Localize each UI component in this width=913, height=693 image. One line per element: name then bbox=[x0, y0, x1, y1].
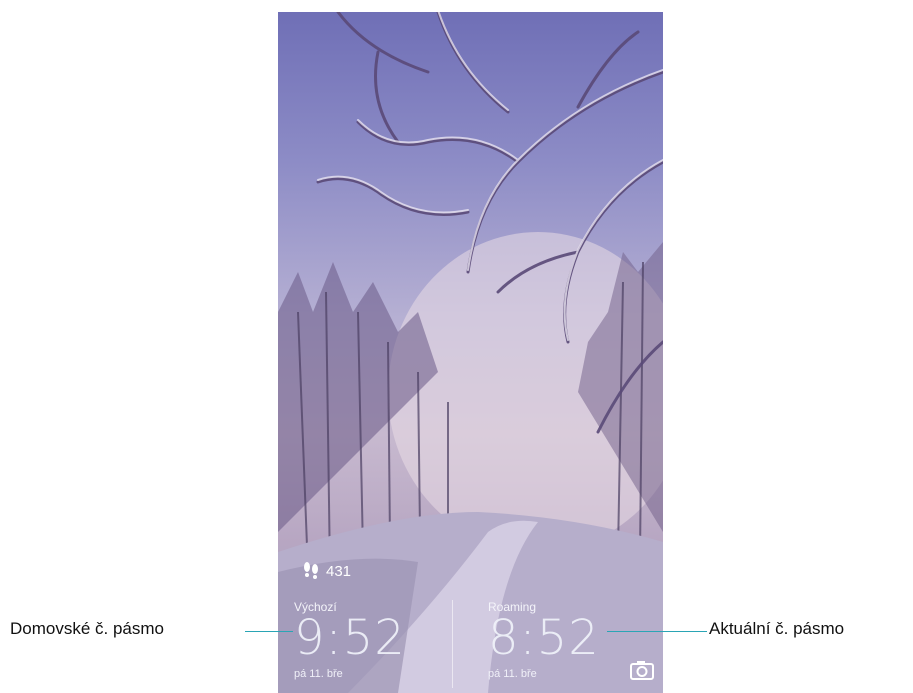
home-clock: Výchozí 9:52 pá 11. bře bbox=[294, 600, 406, 680]
current-timezone-callout: Aktuální č. pásmo bbox=[709, 619, 845, 638]
roaming-clock-date: pá 11. bře bbox=[488, 668, 537, 680]
current-callout-line bbox=[607, 631, 707, 632]
home-clock-date: pá 11. bře bbox=[294, 668, 343, 680]
home-clock-time: 9:52 bbox=[294, 610, 406, 666]
home-timezone-callout: Domovské č. pásmo bbox=[10, 619, 164, 638]
step-count: 431 bbox=[326, 562, 352, 580]
home-callout-line bbox=[245, 631, 293, 632]
camera-icon[interactable] bbox=[630, 660, 654, 680]
step-counter: 431 bbox=[300, 560, 351, 582]
clock-divider bbox=[452, 600, 453, 688]
lockscreen: 431 Výchozí 9:52 pá 11. bře Roaming 8:52… bbox=[278, 12, 663, 693]
footsteps-icon bbox=[304, 562, 318, 579]
wallpaper-image bbox=[278, 12, 663, 693]
roaming-clock: Roaming 8:52 pá 11. bře bbox=[488, 600, 600, 680]
roaming-clock-time: 8:52 bbox=[488, 610, 600, 666]
